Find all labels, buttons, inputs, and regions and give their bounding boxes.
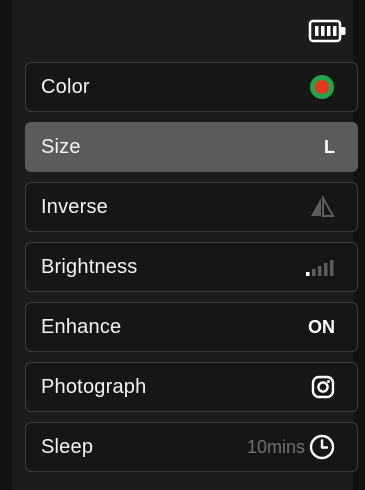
sleep-duration-value: 10mins [246, 436, 305, 457]
clock-icon [309, 434, 335, 460]
left-edge [0, 0, 12, 490]
menu-item-label: Color [41, 75, 90, 98]
menu-item-label: Brightness [41, 255, 138, 278]
menu-item-sleep[interactable]: Sleep 10mins [25, 422, 358, 472]
menu-item-label: Enhance [41, 315, 122, 338]
sleep-value-group: 10mins [247, 434, 335, 460]
mirror-flip-icon [309, 196, 335, 218]
menu-item-label: Sleep [41, 435, 94, 458]
battery-full-icon [308, 18, 348, 44]
enhance-value: ON [308, 316, 335, 337]
menu-item-label: Size [41, 135, 81, 158]
camera-icon [311, 375, 335, 399]
menu-item-brightness[interactable]: Brightness [25, 242, 358, 292]
menu-item-enhance[interactable]: Enhance ON [25, 302, 358, 352]
menu-item-label: Photograph [41, 375, 147, 398]
size-value: L [324, 136, 335, 157]
menu-item-label: Inverse [41, 195, 108, 218]
color-dot-icon [309, 74, 335, 100]
menu-item-size[interactable]: Size L [25, 122, 358, 172]
brightness-level-icon [305, 258, 335, 276]
settings-menu: Color Size L Inverse Brightness Enhance … [25, 62, 358, 472]
menu-item-photograph[interactable]: Photograph [25, 362, 358, 412]
menu-item-inverse[interactable]: Inverse [25, 182, 358, 232]
camera-settings-screen: Color Size L Inverse Brightness Enhance … [0, 0, 365, 490]
menu-item-color[interactable]: Color [25, 62, 358, 112]
